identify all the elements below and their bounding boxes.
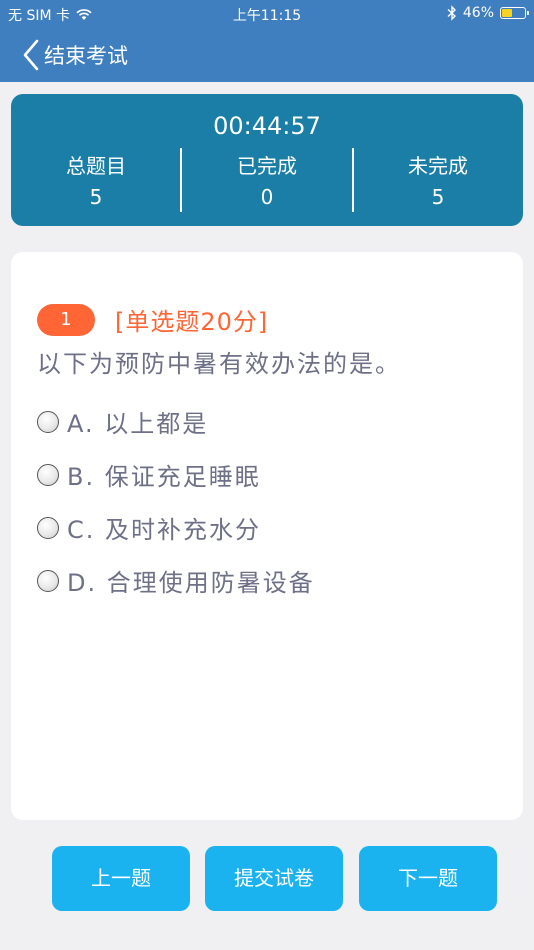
option-d[interactable]: D. 合理使用防暑设备	[37, 563, 315, 598]
stat-remaining: 未完成 5	[353, 150, 523, 209]
stat-done-value: 0	[260, 185, 274, 209]
back-label: 结束考试	[44, 44, 128, 68]
question-header: 1 [单选题20分]	[37, 302, 268, 337]
stat-remaining-value: 5	[431, 185, 445, 209]
status-bar: 无 SIM 卡 上午11:15 46%	[0, 0, 534, 28]
option-b[interactable]: B. 保证充足睡眠	[37, 457, 261, 492]
option-a[interactable]: A. 以上都是	[37, 404, 208, 439]
stat-total-label: 总题目	[66, 154, 126, 178]
end-exam-button[interactable]: 结束考试	[22, 38, 128, 72]
battery-icon	[500, 7, 529, 19]
exam-stats-card: 00:44:57 总题目 5 已完成 0 未完成 5	[11, 94, 523, 226]
question-number-badge: 1	[37, 303, 95, 336]
radio-icon[interactable]	[37, 569, 59, 592]
option-text: B. 保证充足睡眠	[67, 463, 261, 491]
submit-exam-button[interactable]: 提交试卷	[205, 846, 343, 911]
nav-bar: 结束考试	[0, 28, 534, 82]
option-text: C. 及时补充水分	[67, 516, 262, 544]
question-text: 以下为预防中暑有效办法的是。	[37, 350, 401, 378]
stat-total-value: 5	[89, 185, 103, 209]
option-c[interactable]: C. 及时补充水分	[37, 510, 261, 545]
battery-percent: 46%	[462, 5, 494, 21]
chevron-left-icon	[23, 39, 39, 71]
stat-remaining-label: 未完成	[408, 154, 468, 178]
radio-icon[interactable]	[37, 516, 59, 539]
bluetooth-icon	[447, 5, 456, 21]
question-card: 1 [单选题20分] 以下为预防中暑有效办法的是。 A. 以上都是 B. 保证充…	[11, 252, 523, 820]
next-question-button[interactable]: 下一题	[359, 846, 497, 911]
question-type: [单选题20分]	[115, 308, 269, 336]
option-text: A. 以上都是	[67, 410, 209, 438]
battery-level	[502, 9, 513, 17]
radio-icon[interactable]	[37, 463, 59, 486]
stat-total: 总题目 5	[11, 150, 181, 209]
stat-done: 已完成 0	[182, 150, 352, 209]
status-right: 46%	[447, 5, 529, 21]
stat-done-label: 已完成	[237, 154, 297, 178]
countdown-timer: 00:44:57	[213, 112, 321, 140]
prev-question-button[interactable]: 上一题	[52, 846, 190, 911]
option-text: D. 合理使用防暑设备	[67, 569, 315, 597]
radio-icon[interactable]	[37, 410, 59, 433]
